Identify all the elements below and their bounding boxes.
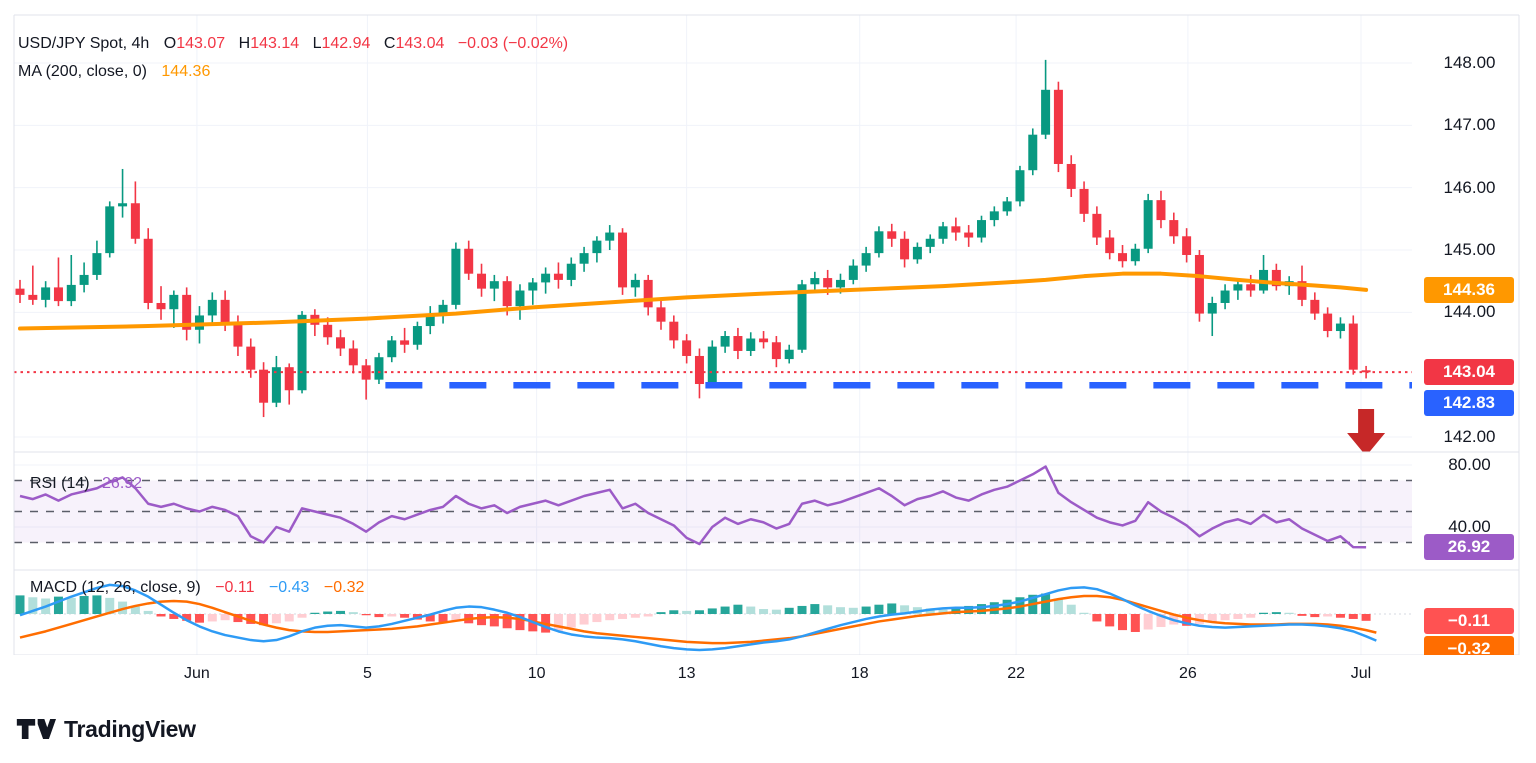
time-tick-label: 22 — [1007, 665, 1026, 682]
time-axis[interactable]: Jun 5 10 13 18 22 26 Jul — [0, 655, 1536, 700]
time-tick-label: Jul — [1350, 665, 1372, 682]
rsi-value-badge: 26.92 — [1424, 534, 1514, 561]
rsi-label[interactable]: RSI (14) — [30, 475, 90, 492]
time-tick-label: 26 — [1178, 665, 1197, 682]
tradingview-logo-text: TradingView — [64, 715, 196, 742]
macd-hist-badge: −0.11 — [1424, 607, 1514, 634]
axis-tick-label: 142.00 — [1443, 427, 1496, 446]
time-tick-label: 13 — [677, 665, 696, 682]
open-value: 143.07 — [176, 35, 226, 52]
ma-label[interactable]: MA (200, close, 0) — [18, 63, 147, 80]
tradingview-logo-icon — [16, 719, 56, 739]
rsi-value: 26.92 — [102, 475, 143, 492]
low-value: 142.94 — [321, 35, 371, 52]
high-value: 143.14 — [250, 35, 300, 52]
axis-tick-label: 80.00 — [1448, 455, 1491, 474]
macd-signal-value: −0.32 — [323, 579, 365, 596]
symbol-title[interactable]: USD/JPY Spot, 4h — [18, 35, 149, 52]
tradingview-chart-page: USD/JPY Spot, 4h O143.07 H143.14 L142.94… — [0, 0, 1536, 763]
tradingview-logo[interactable]: TradingView — [16, 708, 196, 750]
ma-price-badge: 144.36 — [1424, 276, 1514, 303]
macd-line-value: −0.43 — [268, 579, 310, 596]
close-value: 143.04 — [395, 35, 445, 52]
symbol-legend: USD/JPY Spot, 4h O143.07 H143.14 L142.94… — [18, 33, 572, 55]
time-tick-label: 18 — [850, 665, 869, 682]
macd-legend: MACD (12, 26, close, 9) −0.11 −0.43 −0.3… — [30, 577, 368, 599]
macd-hist-value: −0.11 — [215, 579, 255, 596]
price-axis[interactable]: 40.00 80.00 142.00 144.00 145.00 146.00 147.00… — [1412, 15, 1536, 655]
macd-label[interactable]: MACD (12, 26, close, 9) — [30, 579, 201, 596]
ma-legend: MA (200, close, 0) 144.36 — [18, 61, 214, 83]
rsi-legend: RSI (14) 26.92 — [30, 473, 146, 495]
open-label: O — [163, 35, 177, 52]
time-tick-label: 5 — [362, 665, 372, 682]
axis-tick-label: 148.00 — [1443, 53, 1496, 72]
support-price-badge: 142.83 — [1424, 390, 1514, 417]
axis-tick-label: 144.00 — [1443, 302, 1496, 322]
high-label: H — [238, 35, 251, 52]
change-value: −0.03 (−0.02%) — [457, 35, 569, 52]
time-tick-label: 10 — [527, 665, 546, 682]
time-tick-label: Jun — [184, 665, 210, 682]
axis-tick-label: 147.00 — [1443, 115, 1496, 135]
ma-value: 144.36 — [161, 63, 211, 80]
last-price-badge: 143.04 — [1424, 359, 1514, 386]
axis-tick-label: 146.00 — [1443, 177, 1496, 197]
axis-tick-label: 145.00 — [1443, 240, 1496, 259]
close-label: C — [383, 35, 396, 52]
macd-signal-badge: −0.32 — [1424, 636, 1514, 655]
